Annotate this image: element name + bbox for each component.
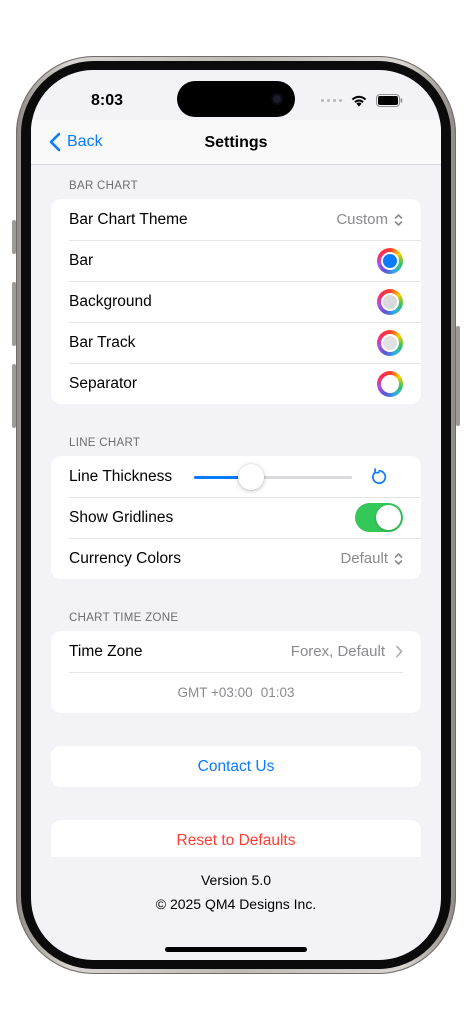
battery-icon [376, 93, 403, 107]
bar-chart-group: Bar Chart Theme Custom Bar Background Ba… [51, 199, 421, 404]
currency-colors-row[interactable]: Currency Colors Default [51, 538, 421, 579]
row-label: Bar Track [69, 333, 136, 351]
currency-picker[interactable]: Default [340, 550, 403, 567]
row-label: Background [69, 292, 152, 310]
time-zone-row[interactable]: Time Zone Forex, Default [51, 631, 421, 672]
section-header-time-zone: CHART TIME ZONE [69, 612, 179, 624]
background-color-row[interactable]: Background [51, 281, 421, 322]
status-icons [321, 92, 403, 108]
version-text: Version 5.0 [200, 872, 272, 888]
line-thickness-row: Line Thickness [51, 456, 421, 497]
color-swatch [381, 251, 399, 270]
volume-up-button [12, 282, 16, 346]
row-label: Line Thickness [69, 467, 173, 485]
color-swatch [381, 374, 399, 393]
time-zone-group: Time Zone Forex, Default GMT +03:00 01:0… [51, 631, 421, 713]
separator-color-row[interactable]: Separator [51, 363, 421, 404]
row-label: Time Zone [69, 642, 143, 660]
show-gridlines-row: Show Gridlines [51, 497, 421, 538]
settings-list: BAR CHART Bar Chart Theme Custom Bar Bac… [31, 165, 441, 960]
chevron-up-down-icon [394, 213, 403, 226]
color-well[interactable] [377, 329, 403, 356]
power-button [456, 326, 460, 426]
currency-value: Default [340, 550, 388, 567]
action-button [12, 220, 16, 254]
bar-chart-theme-row[interactable]: Bar Chart Theme Custom [51, 199, 421, 240]
row-label: Separator [69, 374, 138, 392]
copyright-text: © 2025 QM4 Designs Inc. [155, 896, 317, 912]
row-label: Show Gridlines [69, 508, 174, 526]
arrow-counterclockwise-icon[interactable] [370, 467, 388, 486]
slider-thumb[interactable] [237, 463, 264, 490]
time-zone-text: Forex, Default [290, 643, 385, 660]
contact-us-button[interactable]: Contact Us [51, 746, 421, 787]
chevron-up-down-icon [394, 552, 403, 565]
reset-defaults-button[interactable]: Reset to Defaults [51, 820, 421, 857]
line-thickness-slider[interactable] [194, 463, 353, 491]
gmt-offset: GMT +03:00 [177, 685, 253, 700]
time-zone-value: Forex, Default [291, 643, 403, 660]
dynamic-island [177, 81, 295, 117]
color-well[interactable] [377, 370, 403, 397]
time-zone-info: GMT +03:00 01:03 [51, 672, 421, 713]
home-indicator [165, 947, 307, 952]
section-header-bar-chart: BAR CHART [69, 180, 138, 192]
page-title: Settings [204, 134, 268, 151]
bar-color-row[interactable]: Bar [51, 240, 421, 281]
theme-picker[interactable]: Custom [336, 211, 403, 228]
volume-down-button [12, 364, 16, 428]
navigation-bar: Back Settings [31, 120, 441, 165]
camera-icon [271, 93, 283, 105]
row-label: Currency Colors [69, 549, 181, 567]
toggle-knob [376, 505, 401, 530]
row-label: Bar Chart Theme [69, 210, 188, 228]
gridlines-toggle[interactable] [355, 503, 403, 532]
line-chart-group: Line Thickness Show Gridlines Currency C… [51, 456, 421, 579]
chevron-right-icon [396, 645, 403, 658]
status-time: 8:03 [91, 92, 124, 109]
cellular-dots-icon [321, 98, 342, 102]
theme-value: Custom [336, 211, 388, 228]
bar-track-color-row[interactable]: Bar Track [51, 322, 421, 363]
color-well[interactable] [377, 288, 403, 315]
row-label: Bar [69, 251, 94, 269]
color-well[interactable] [377, 247, 403, 274]
color-swatch [381, 292, 399, 311]
zone-time: 01:03 [260, 685, 295, 700]
wifi-icon [351, 95, 367, 106]
section-header-line-chart: LINE CHART [69, 437, 141, 449]
phone-screen: 8:03 Back Settings BAR CHART Bar Chart T… [31, 70, 441, 960]
color-swatch [381, 333, 399, 352]
